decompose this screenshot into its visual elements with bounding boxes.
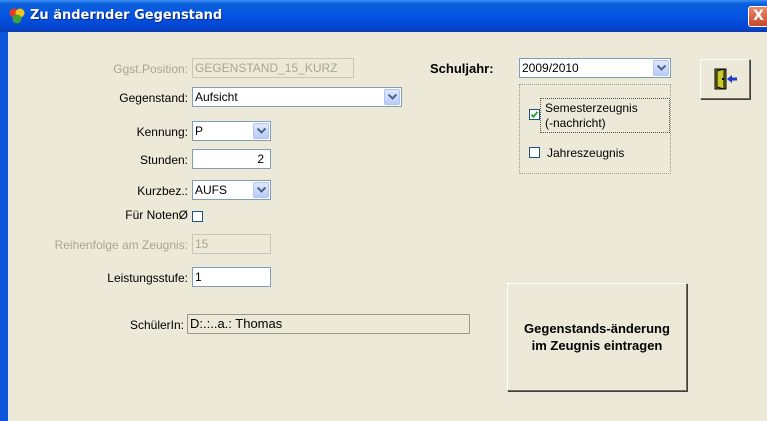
chevron-down-icon[interactable] bbox=[384, 89, 400, 105]
kennung-value: P bbox=[195, 124, 204, 138]
chevron-down-icon[interactable] bbox=[253, 123, 269, 139]
schuljahr-select[interactable]: 2009/2010 bbox=[519, 58, 671, 78]
schuljahr-value: 2009/2010 bbox=[522, 61, 579, 75]
position-label: Ggst.Position: bbox=[113, 62, 188, 76]
submit-change-button[interactable]: Gegenstands-änderung im Zeugnis eintrage… bbox=[507, 283, 687, 391]
stunden-label: Stunden: bbox=[139, 153, 188, 167]
jahres-checkbox[interactable] bbox=[529, 147, 540, 158]
schueler-label: SchülerIn: bbox=[129, 318, 184, 332]
gegenstand-value: Aufsicht bbox=[195, 90, 238, 104]
position-field: GEGENSTAND_15_KURZ bbox=[192, 58, 354, 78]
dialog-window: Zu ändernder Gegenstand X Ggst.Position:… bbox=[0, 0, 767, 421]
app-icon bbox=[9, 8, 25, 24]
stunden-input[interactable]: 2 bbox=[192, 149, 271, 169]
window-border bbox=[0, 32, 8, 421]
title-bar[interactable]: Zu ändernder Gegenstand X bbox=[0, 0, 767, 32]
kurzbez-value: AUFS bbox=[195, 183, 228, 197]
fuer-noten-checkbox[interactable] bbox=[192, 211, 203, 222]
exit-button[interactable] bbox=[700, 59, 750, 99]
gegenstand-label: Gegenstand: bbox=[119, 91, 188, 105]
exit-door-icon bbox=[714, 68, 737, 90]
leistungsstufe-label: Leistungsstufe: bbox=[107, 271, 188, 285]
kurzbez-select[interactable]: AUFS bbox=[192, 180, 271, 200]
kurzbez-label: Kurzbez.: bbox=[137, 184, 188, 198]
semester-label-line1: Semesterzeugnis bbox=[545, 101, 638, 115]
fuer-noten-label: Für NotenØ bbox=[125, 208, 188, 222]
schueler-field: D:.:..a.: Thomas bbox=[187, 314, 470, 334]
reihenfolge-field: 15 bbox=[192, 234, 271, 254]
semester-label-line2: (-nachricht) bbox=[545, 116, 606, 130]
schuljahr-label: Schuljahr: bbox=[430, 61, 494, 76]
kennung-select[interactable]: P bbox=[192, 121, 271, 141]
chevron-down-icon[interactable] bbox=[253, 182, 269, 198]
gegenstand-select[interactable]: Aufsicht bbox=[192, 87, 402, 107]
leistungsstufe-input[interactable]: 1 bbox=[192, 267, 271, 287]
semester-checkbox[interactable] bbox=[529, 109, 540, 120]
close-button[interactable]: X bbox=[748, 6, 767, 27]
window-title: Zu ändernder Gegenstand bbox=[30, 8, 223, 23]
reihenfolge-label: Reihenfolge am Zeugnis: bbox=[54, 238, 188, 252]
jahres-label: Jahreszeugnis bbox=[547, 146, 625, 160]
submit-change-label: Gegenstands-änderung im Zeugnis eintrage… bbox=[524, 321, 670, 353]
kennung-label: Kennung: bbox=[136, 125, 188, 139]
chevron-down-icon[interactable] bbox=[653, 60, 669, 76]
